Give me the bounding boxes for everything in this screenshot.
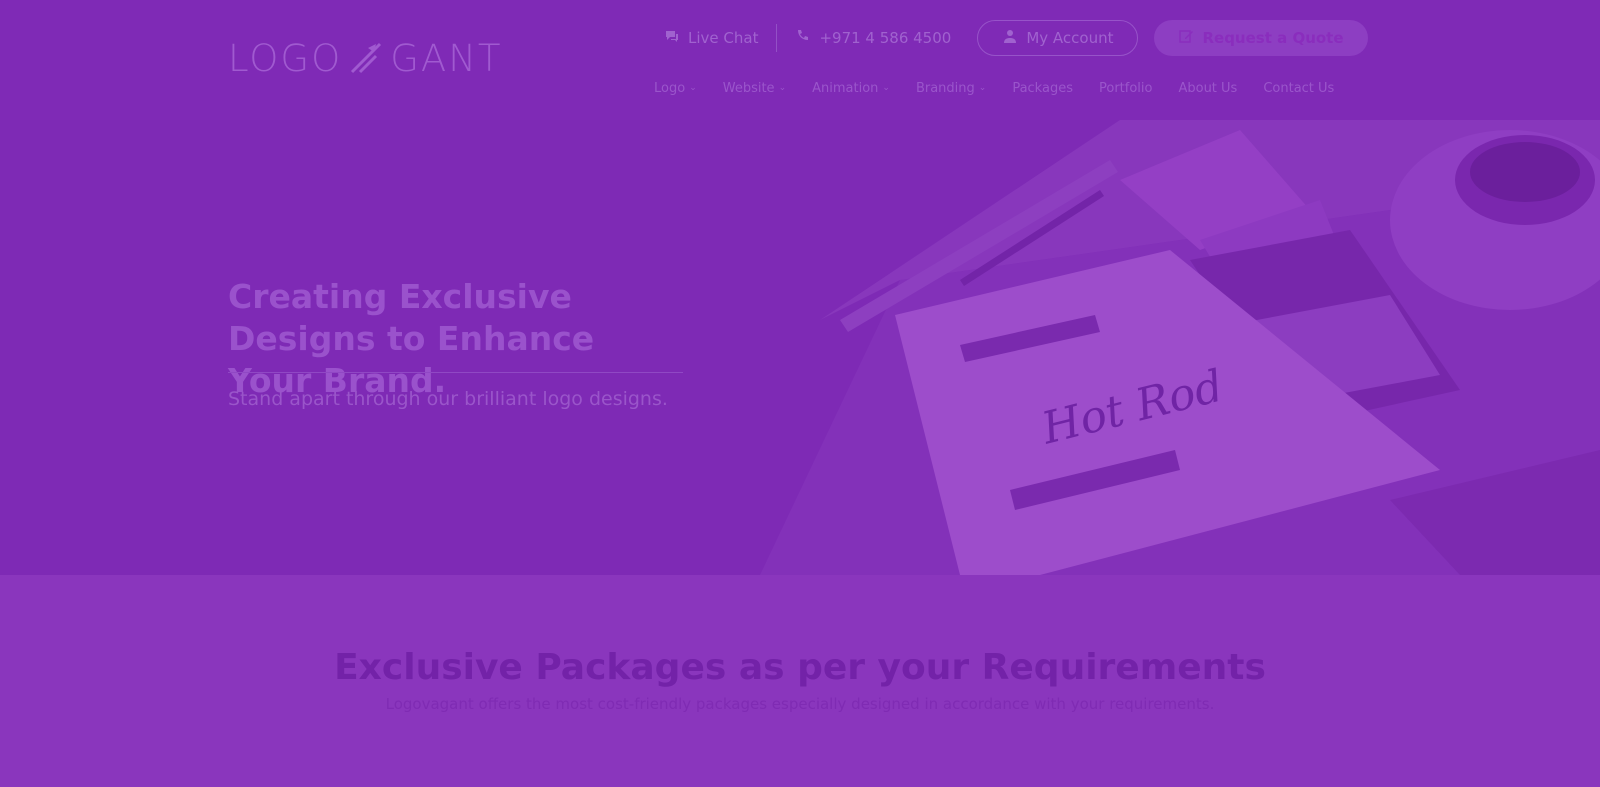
nav-label: Contact Us [1263,80,1335,96]
logo-mark-icon [346,38,386,78]
phone-number: +971 4 586 4500 [819,29,952,47]
user-icon [1002,28,1018,48]
phone-link[interactable]: +971 4 586 4500 [777,20,969,56]
nav-label: About Us [1178,80,1238,96]
top-bar: Live Chat +971 4 586 4500 My Account Req… [646,20,1368,56]
logo[interactable]: LOGO GANT [228,36,502,80]
hero-banner: Hot Rod Creating Exclusive Designs to En… [0,120,1600,575]
hero-subtitle: Stand apart through our brilliant logo d… [228,388,668,410]
logo-text-right: GANT [390,36,503,80]
nav-label: Logo [654,80,686,96]
nav-item-about-us[interactable]: About Us [1178,78,1249,98]
edit-icon [1178,28,1194,48]
nav-item-packages[interactable]: Packages [1012,78,1085,98]
chevron-down-icon: ⌄ [689,83,697,93]
my-account-button[interactable]: My Account [977,20,1139,56]
request-quote-label: Request a Quote [1202,29,1344,47]
live-chat-label: Live Chat [688,29,759,47]
phone-icon [795,28,811,48]
packages-section: Exclusive Packages as per your Requireme… [0,575,1600,787]
my-account-label: My Account [1026,29,1114,47]
nav-label: Portfolio [1098,80,1153,96]
nav-item-logo[interactable]: Logo ⌄ [654,78,709,98]
main-nav: Logo ⌄ Website ⌄ Animation ⌄ Branding ⌄ Pack… [654,78,1360,98]
chevron-down-icon: ⌄ [978,83,987,93]
nav-label: Packages [1012,80,1073,96]
nav-item-contact-us[interactable]: Contact Us [1263,78,1346,98]
chat-icon [664,28,680,48]
site-header: LOGO GANT Live Chat +971 4 586 4500 My A… [0,0,1600,120]
nav-item-branding[interactable]: Branding ⌄ [916,78,998,98]
chevron-down-icon: ⌄ [778,83,787,93]
chevron-down-icon: ⌄ [882,83,890,93]
live-chat-link[interactable]: Live Chat [646,20,776,56]
hero-divider [228,372,683,373]
hero-title: Creating Exclusive Designs to Enhance Yo… [228,277,595,400]
logo-text-left: LOGO [228,36,343,80]
nav-label: Animation [812,80,879,96]
nav-item-website[interactable]: Website ⌄ [723,78,798,98]
nav-label: Website [722,80,775,96]
request-quote-button[interactable]: Request a Quote [1154,20,1368,56]
packages-title: Exclusive Packages as per your Requireme… [334,647,1266,688]
nav-item-animation[interactable]: Animation ⌄ [812,78,902,98]
nav-item-portfolio[interactable]: Portfolio [1099,78,1164,98]
nav-label: Branding [915,80,975,96]
packages-subtitle: Logovagant offers the most cost-friendly… [385,695,1215,713]
